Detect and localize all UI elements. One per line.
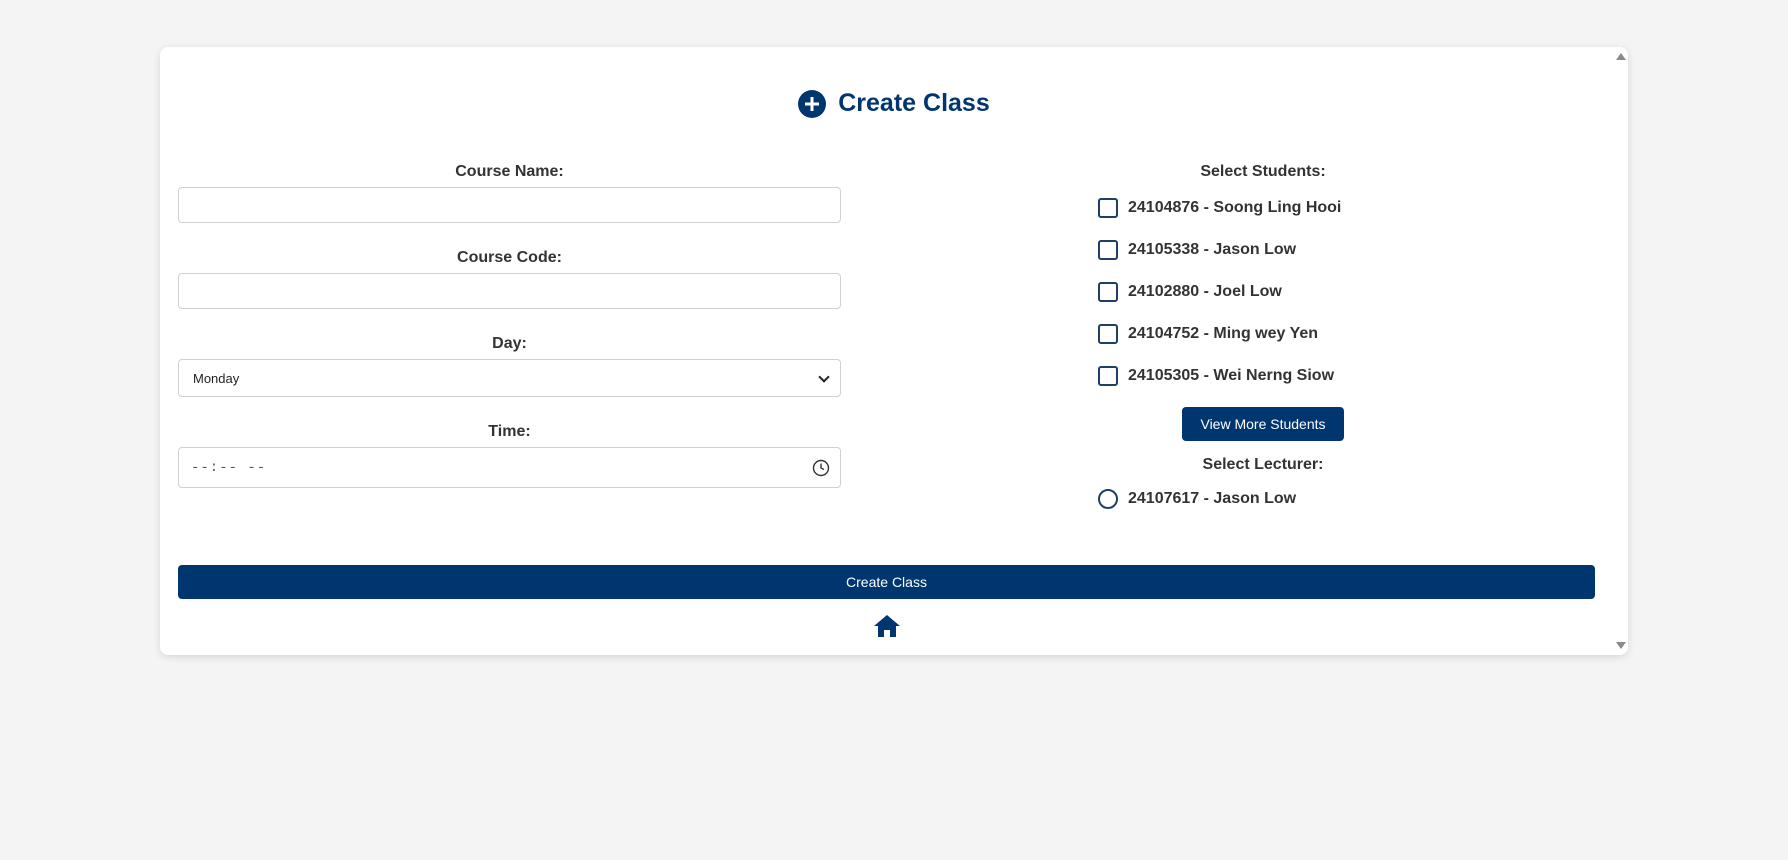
- day-select-value: Monday: [193, 370, 240, 386]
- student-label: 24102880 - Joel Low: [1128, 283, 1282, 300]
- time-input-value: --:-- --: [191, 459, 267, 476]
- student-item[interactable]: 24104752 - Ming wey Yen: [936, 313, 1606, 355]
- student-checkbox[interactable]: [1098, 324, 1118, 344]
- create-class-card: Create Class Course Name: Course Code: D…: [160, 47, 1628, 655]
- student-checkbox[interactable]: [1098, 198, 1118, 218]
- course-name-label: Course Name:: [455, 163, 564, 180]
- student-item[interactable]: 24104876 - Soong Ling Hooi: [936, 187, 1606, 229]
- scroll-down-icon[interactable]: [1616, 642, 1626, 649]
- create-class-button[interactable]: Create Class: [178, 565, 1595, 599]
- student-checkbox[interactable]: [1098, 282, 1118, 302]
- plus-circle-icon: [798, 89, 827, 118]
- home-icon[interactable]: [872, 613, 902, 639]
- scroll-up-icon[interactable]: [1616, 53, 1626, 60]
- class-details-form: Course Name: Course Code: Day: Monday Ti…: [178, 163, 841, 514]
- course-name-input[interactable]: [178, 187, 841, 223]
- chevron-down-icon: [818, 371, 830, 383]
- student-label: 24105305 - Wei Nerng Siow: [1128, 367, 1335, 384]
- student-item[interactable]: 24102880 - Joel Low: [936, 271, 1606, 313]
- select-students-label: Select Students:: [1200, 163, 1326, 180]
- time-input[interactable]: --:-- --: [178, 447, 841, 488]
- student-label: 24105338 - Jason Low: [1128, 241, 1297, 258]
- select-lecturer-label: Select Lecturer:: [1202, 456, 1324, 473]
- view-more-wrap: View More Students: [936, 407, 1590, 441]
- student-item[interactable]: 24105305 - Wei Nerng Siow: [936, 355, 1606, 397]
- student-checkbox[interactable]: [1098, 240, 1118, 260]
- lecturer-radio[interactable]: [1098, 489, 1118, 509]
- course-name-field: Course Name:: [178, 163, 841, 223]
- course-code-input[interactable]: [178, 273, 841, 309]
- student-item[interactable]: 24105338 - Jason Low: [936, 229, 1606, 271]
- lecturer-item[interactable]: 24107617 - Jason Low: [936, 486, 1606, 512]
- lecturer-label: 24107617 - Jason Low: [1128, 490, 1297, 507]
- scrollbar[interactable]: [1612, 47, 1628, 655]
- course-code-field: Course Code:: [178, 249, 841, 309]
- page-header: Create Class: [160, 89, 1628, 118]
- day-select[interactable]: Monday: [178, 359, 841, 397]
- time-field: Time: --:-- --: [178, 423, 841, 488]
- day-label: Day:: [492, 335, 527, 352]
- student-checkbox[interactable]: [1098, 366, 1118, 386]
- clock-icon[interactable]: [812, 459, 830, 477]
- view-more-students-button[interactable]: View More Students: [1182, 407, 1344, 441]
- student-label: 24104876 - Soong Ling Hooi: [1128, 199, 1342, 216]
- student-list: 24104876 - Soong Ling Hooi 24105338 - Ja…: [936, 187, 1606, 397]
- course-code-label: Course Code:: [457, 249, 562, 266]
- day-field: Day: Monday: [178, 335, 841, 397]
- student-label: 24104752 - Ming wey Yen: [1128, 325, 1319, 342]
- page-title: Create Class: [838, 89, 990, 117]
- time-label: Time:: [488, 423, 531, 440]
- selection-panel: Select Students: 24104876 - Soong Ling H…: [936, 163, 1606, 512]
